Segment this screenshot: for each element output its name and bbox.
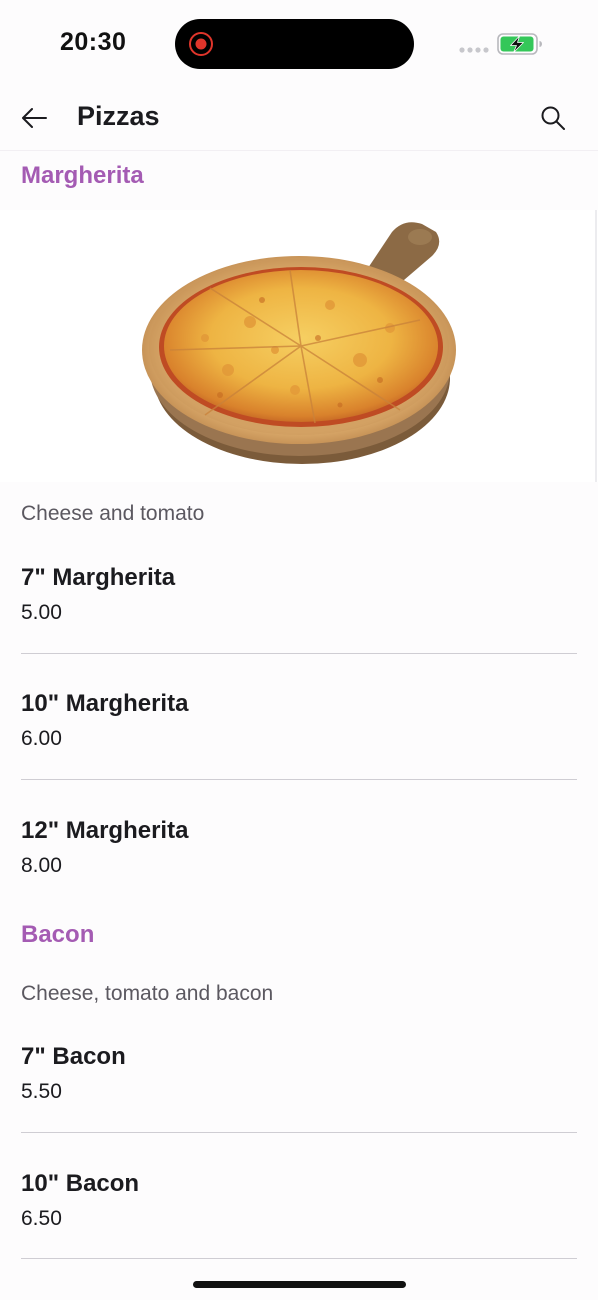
home-indicator[interactable] <box>193 1281 406 1288</box>
section-description-bacon: Cheese, tomato and bacon <box>21 982 274 1005</box>
back-button[interactable] <box>14 100 54 136</box>
image-edge <box>595 210 597 482</box>
dynamic-island <box>175 19 414 69</box>
item-price: 6.00 <box>21 727 62 750</box>
arrow-left-icon <box>22 108 47 128</box>
item-name: 7" Margherita <box>21 564 176 591</box>
menu-item[interactable]: 12" Margherita 8.00 <box>0 801 598 927</box>
menu-item[interactable]: 7" Margherita 5.00 <box>0 548 598 674</box>
item-divider <box>21 653 577 654</box>
search-icon <box>541 106 565 130</box>
section-title-margherita: Margherita <box>21 162 144 189</box>
item-divider <box>21 779 577 780</box>
item-name: 10" Bacon <box>21 1170 140 1197</box>
item-price: 6.50 <box>21 1207 62 1230</box>
app-bar: Pizzas <box>0 88 598 148</box>
battery-charging-icon <box>497 33 542 55</box>
pizza-margherita-image <box>0 210 598 482</box>
item-price: 8.00 <box>21 854 62 877</box>
search-button[interactable] <box>534 100 572 136</box>
section-title-bacon: Bacon <box>21 921 95 948</box>
page-title: Pizzas <box>77 101 160 131</box>
item-name: 10" Margherita <box>21 690 189 717</box>
section-description-margherita: Cheese and tomato <box>21 502 205 525</box>
cellular-signal-icon <box>459 47 489 53</box>
item-name: 12" Margherita <box>21 817 189 844</box>
menu-item[interactable]: 7" Bacon 5.50 <box>0 1027 598 1153</box>
app-bar-divider <box>0 150 598 151</box>
pizza-illustration <box>142 222 456 464</box>
status-time: 20:30 <box>60 28 127 56</box>
recording-indicator-icon <box>189 32 213 56</box>
item-divider <box>21 1132 577 1133</box>
item-divider <box>21 1258 577 1259</box>
menu-item[interactable]: 10" Bacon 6.50 <box>0 1154 598 1280</box>
menu-item[interactable]: 10" Margherita 6.00 <box>0 674 598 800</box>
item-name: 7" Bacon <box>21 1043 126 1070</box>
item-price: 5.50 <box>21 1080 62 1103</box>
item-price: 5.00 <box>21 601 62 624</box>
status-bar: 20:30 <box>0 0 598 88</box>
